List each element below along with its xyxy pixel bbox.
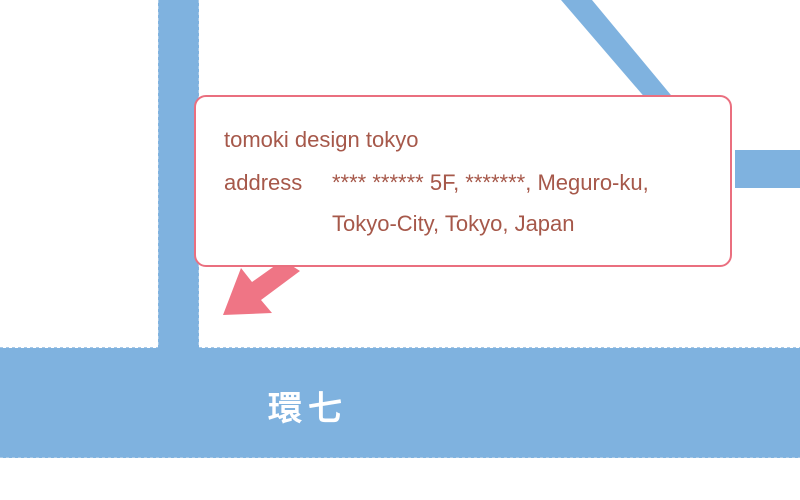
address-line: Tokyo-City, Tokyo, Japan: [332, 211, 575, 236]
major-road: [0, 348, 800, 458]
address-line: **** ****** 5F, *******, Meguro-ku,: [332, 170, 649, 195]
side-street: [735, 150, 800, 188]
vertical-street: [158, 0, 199, 350]
address-callout: tomoki design tokyo address **** ****** …: [194, 95, 732, 267]
road-label: 環七: [268, 389, 348, 429]
address-label: address: [224, 170, 303, 195]
company-name: tomoki design tokyo: [224, 127, 419, 152]
